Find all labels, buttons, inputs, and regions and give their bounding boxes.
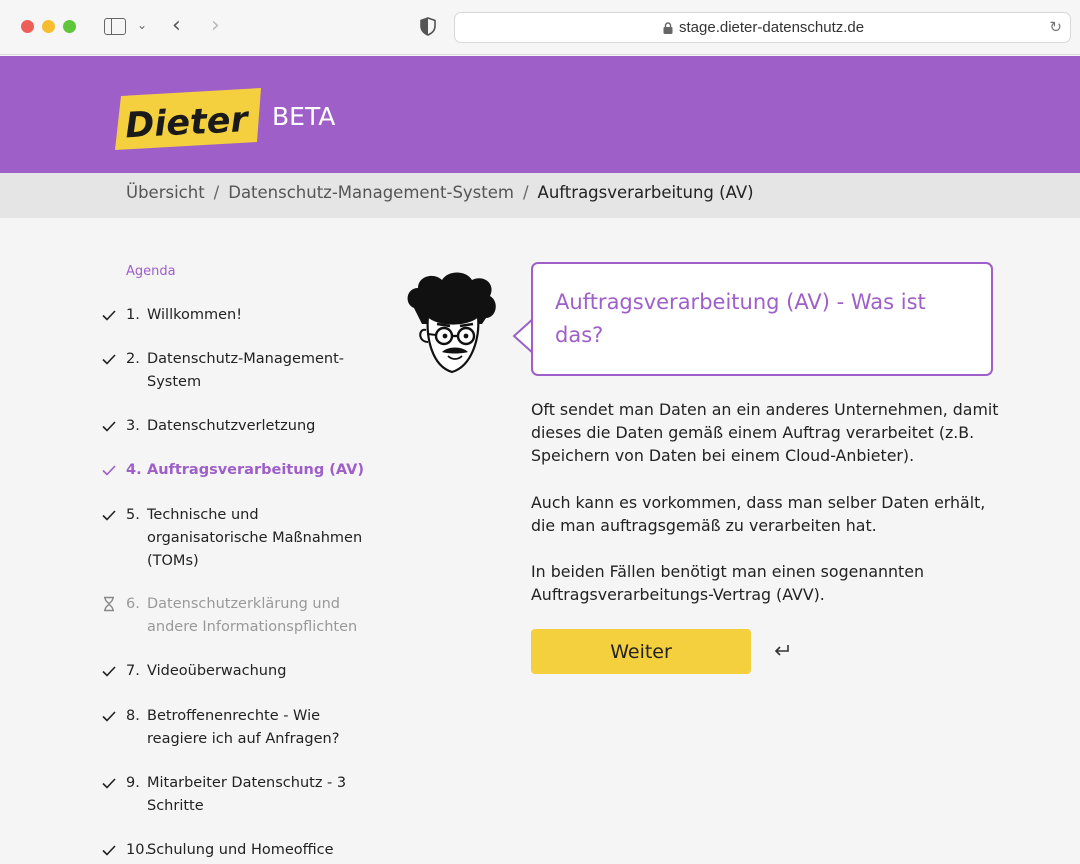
check-icon (102, 354, 116, 365)
agenda-item-number: 10. (126, 842, 150, 858)
breadcrumb-item-uebersicht[interactable]: Übersicht (126, 183, 205, 202)
agenda-item-number: 5. (126, 507, 140, 523)
chevron-down-icon[interactable]: ⌄ (137, 18, 147, 32)
sidebar-toggle-icon[interactable] (104, 18, 126, 35)
lesson-paragraph-3: In beiden Fällen benötigt man einen soge… (531, 562, 924, 604)
url-text: stage.dieter-datenschutz.de (679, 19, 865, 36)
dieter-logo[interactable]: Dieter (115, 88, 263, 150)
agenda-item-label: Datenschutz-Management-System (147, 351, 345, 390)
breadcrumb-item-current: Auftragsverarbeitung (AV) (537, 183, 754, 202)
agenda-item-label: Schulung und Homeoffice (147, 842, 334, 858)
forward-arrow-icon[interactable]: › (211, 13, 220, 38)
back-arrow-icon[interactable]: ‹ (172, 13, 181, 38)
lesson-title: Auftragsverarbeitung (AV) - Was ist das? (555, 290, 926, 347)
lesson-paragraph-2: Auch kann es vorkommen, dass man selber … (531, 493, 986, 535)
beta-badge: BETA (272, 102, 336, 131)
check-icon (102, 310, 116, 321)
check-icon (102, 666, 116, 677)
check-icon (102, 465, 116, 476)
agenda-item-number: 7. (126, 663, 140, 679)
agenda-item-number: 6. (126, 596, 140, 612)
agenda-item-label: Willkommen! (147, 307, 243, 323)
lock-icon (663, 22, 673, 34)
enter-key-icon (774, 645, 789, 656)
minimize-window-button[interactable] (42, 20, 55, 33)
breadcrumb-separator: / (213, 183, 220, 202)
privacy-shield-icon[interactable] (420, 17, 436, 36)
check-icon (102, 711, 116, 722)
breadcrumb-separator: / (522, 183, 529, 202)
speech-bubble: Auftragsverarbeitung (AV) - Was ist das? (531, 262, 993, 376)
maximize-window-button[interactable] (63, 20, 76, 33)
agenda-item-label: Datenschutzverletzung (147, 418, 316, 434)
agenda-item-label: Technische und organisatorische Maßnahme… (147, 507, 363, 569)
agenda-item-number: 2. (126, 351, 140, 367)
agenda-item-label: Videoüberwachung (147, 663, 287, 679)
address-bar[interactable]: stage.dieter-datenschutz.de ↻ (454, 12, 1071, 43)
hourglass-icon (104, 596, 114, 612)
svg-text:Dieter: Dieter (124, 100, 251, 147)
close-window-button[interactable] (21, 20, 34, 33)
site-header: Dieter BETA (0, 56, 1080, 173)
browser-toolbar: ⌄ ‹ › stage.dieter-datenschutz.de ↻ (0, 0, 1080, 55)
agenda-item-label: Mitarbeiter Datenschutz - 3 Schritte (147, 775, 347, 814)
check-icon (102, 510, 116, 521)
weiter-button[interactable]: Weiter (531, 629, 751, 674)
dieter-mascot-illustration (407, 272, 496, 374)
check-icon (102, 421, 116, 432)
agenda-item-number: 4. (126, 462, 142, 478)
check-icon (102, 778, 116, 789)
agenda-item-number: 1. (126, 307, 140, 323)
agenda-item-label: Auftragsverarbeitung (AV) (147, 462, 365, 478)
check-icon (102, 845, 116, 856)
reload-icon[interactable]: ↻ (1049, 18, 1062, 36)
agenda-item-number: 3. (126, 418, 140, 434)
agenda-item-number: 9. (126, 775, 140, 791)
agenda-item-label: Betroffenenrechte - Wie reagiere ich auf… (147, 708, 340, 747)
breadcrumb-bar: Übersicht / Datenschutz-Management-System /… (0, 173, 1080, 218)
breadcrumb: Übersicht / Datenschutz-Management-System /… (126, 183, 754, 202)
agenda-item-number: 8. (126, 708, 140, 724)
breadcrumb-item-dms[interactable]: Datenschutz-Management-System (228, 183, 514, 202)
lesson-paragraph-1: Oft sendet man Daten an ein anderes Unte… (531, 400, 999, 465)
agenda-item-label: Datenschutzerklärung und andere Informat… (147, 596, 358, 635)
agenda-title: Agenda (126, 264, 176, 279)
